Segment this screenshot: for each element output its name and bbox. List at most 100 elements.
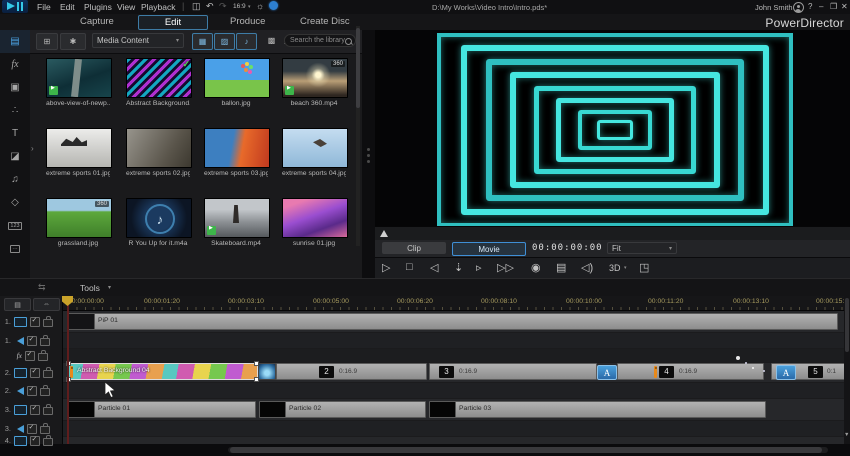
search-input[interactable]: Search the library	[284, 34, 356, 47]
library-item[interactable]: 360 beach 360.mp4	[282, 58, 346, 107]
volume-button[interactable]: ◁)	[581, 261, 593, 274]
track-enable-checkbox[interactable]	[27, 386, 37, 396]
timecode-display[interactable]: 00:00:00:00	[532, 243, 603, 253]
seek-handle[interactable]	[380, 230, 388, 237]
track-enable-checkbox[interactable]	[25, 351, 35, 361]
track-lock-icon[interactable]	[43, 407, 53, 415]
tab-produce[interactable]: Produce	[222, 15, 273, 28]
playhead-line[interactable]	[67, 296, 69, 444]
track-manager-button[interactable]: ▤	[4, 298, 31, 311]
track-lock-icon[interactable]	[40, 338, 50, 346]
library-item[interactable]: 360 grassland.jpg	[46, 198, 110, 247]
library-item[interactable]: ✓ Abstract Background...	[126, 58, 190, 107]
menu-view[interactable]: View	[117, 2, 135, 12]
previous-frame-button[interactable]: ◁	[430, 261, 438, 274]
audio-track-3-lane[interactable]	[62, 421, 844, 436]
filter-photo-button[interactable]: ▨	[214, 33, 235, 50]
seek-button[interactable]: ⇣	[454, 261, 463, 274]
aspect-ratio-dropdown[interactable]: 16:9	[233, 3, 246, 10]
library-item[interactable]: above-view-of-newp...	[46, 58, 110, 107]
next-frame-button[interactable]: ▹	[476, 261, 482, 274]
range-select-button[interactable]: ⇔	[33, 298, 60, 311]
fast-forward-button[interactable]: ▷▷	[497, 261, 514, 274]
timeline-vscrollbar[interactable]	[844, 296, 850, 444]
room-content-dropdown[interactable]: Media Content	[92, 33, 184, 48]
timeline-ruler[interactable]: 00:00:00:00 00:00:01:20 00:00:03:10 00:0…	[62, 296, 844, 311]
import-media-button[interactable]: ⊞	[36, 33, 58, 50]
preview-video[interactable]	[437, 33, 793, 226]
media-room-button[interactable]: ▤	[0, 30, 30, 53]
timeline-clip-3[interactable]: 3 0:16.9	[429, 363, 597, 380]
track-lock-icon[interactable]	[40, 426, 50, 434]
timeline-clip-particle-1[interactable]: Particle 01	[68, 401, 256, 418]
audio-mixing-room-button[interactable]: ♫	[0, 168, 30, 191]
timeline-clip-pip[interactable]: PiP 01	[68, 313, 838, 330]
video-track-4-lane[interactable]	[62, 437, 844, 444]
track-lock-icon[interactable]	[38, 353, 48, 361]
voice-over-room-button[interactable]: ◇	[0, 191, 30, 214]
track-lock-icon[interactable]	[43, 438, 53, 446]
timeline-clip-abstract[interactable]: Abstract Background 04	[68, 363, 258, 380]
library-item[interactable]: sunrise 01.jpg	[282, 198, 346, 247]
menu-file[interactable]: File	[37, 2, 51, 12]
notification-icon[interactable]	[269, 1, 278, 10]
track-enable-checkbox[interactable]	[30, 317, 40, 327]
title-room-button[interactable]: T	[0, 122, 30, 145]
tab-capture[interactable]: Capture	[72, 15, 122, 28]
tools-dropdown[interactable]: Tools	[80, 283, 100, 293]
expand-panel-arrow[interactable]: ›	[31, 144, 34, 153]
library-item[interactable]: extreme sports 04.jpg	[282, 128, 346, 177]
transition-icon[interactable]: A	[597, 365, 617, 380]
track-enable-checkbox[interactable]	[27, 424, 37, 434]
preview-quality-button[interactable]: ▤	[556, 261, 566, 274]
library-item[interactable]: ballon.jpg	[204, 58, 268, 107]
library-item[interactable]: Skateboard.mp4	[204, 198, 268, 247]
transition-icon[interactable]: A	[776, 365, 796, 380]
filter-music-button[interactable]: ♪	[236, 33, 257, 50]
layout-icon[interactable]: ◫	[192, 1, 201, 12]
play-button[interactable]: ▷	[382, 261, 390, 274]
plugin-button[interactable]: ✱	[60, 33, 86, 50]
help-button[interactable]: ?	[808, 2, 812, 11]
timeline-hscrollbar[interactable]	[228, 447, 828, 453]
timeline-clip-2[interactable]: 2 0:16.9	[276, 363, 427, 380]
audio-track-2-lane[interactable]	[62, 383, 844, 398]
particle-room-button[interactable]: ∴	[0, 99, 30, 122]
track-lock-icon[interactable]	[43, 319, 53, 327]
menu-edit[interactable]: Edit	[60, 2, 75, 12]
clip-thumbnail[interactable]	[258, 363, 276, 380]
pip-objects-room-button[interactable]: ▣	[0, 76, 30, 99]
undock-preview-button[interactable]: ◳	[639, 261, 649, 274]
library-item[interactable]: extreme sports 01.jpg	[46, 128, 110, 177]
tab-create-disc[interactable]: Create Disc	[292, 15, 358, 28]
library-item[interactable]: extreme sports 02.jpg	[126, 128, 190, 177]
undo-icon[interactable]: ↶	[206, 1, 214, 12]
track-enable-checkbox[interactable]	[30, 436, 40, 446]
chapter-room-button[interactable]: 123	[0, 214, 30, 237]
panel-divider[interactable]	[362, 30, 375, 280]
timeline-clip-particle-2[interactable]: Particle 02	[259, 401, 426, 418]
grid-view-icon[interactable]: ▩	[264, 33, 279, 48]
restore-button[interactable]: ❐	[830, 2, 837, 11]
menu-plugins[interactable]: Plugins	[84, 2, 112, 12]
fit-zoom-dropdown[interactable]: Fit	[607, 242, 677, 254]
movie-mode-button[interactable]: Movie	[452, 242, 526, 256]
avatar-icon[interactable]	[793, 2, 804, 13]
3d-mode-button[interactable]: 3D	[609, 263, 621, 273]
split-clip-icon[interactable]: ⇆	[38, 282, 46, 293]
track-enable-checkbox[interactable]	[30, 368, 40, 378]
redo-icon[interactable]: ↷	[219, 1, 227, 12]
clip-mode-button[interactable]: Clip	[382, 242, 446, 254]
settings-icon[interactable]: ☼	[256, 1, 264, 11]
effect-room-button[interactable]: fx	[0, 53, 30, 76]
user-name[interactable]: John Smith	[755, 3, 793, 12]
library-item[interactable]: ♪ R You Up for it.m4a	[126, 198, 190, 247]
preview-seek-bar[interactable]	[375, 226, 850, 241]
timeline-clip-particle-3[interactable]: Particle 03	[429, 401, 766, 418]
library-scrollbar[interactable]	[356, 26, 360, 246]
timeline-clip-4[interactable]: 4 0:16.9	[617, 363, 764, 380]
track-lock-icon[interactable]	[43, 370, 53, 378]
transition-room-button[interactable]: ◪	[0, 145, 30, 168]
subtitle-room-button[interactable]: ···	[0, 237, 30, 260]
close-button[interactable]: ✕	[841, 2, 848, 11]
